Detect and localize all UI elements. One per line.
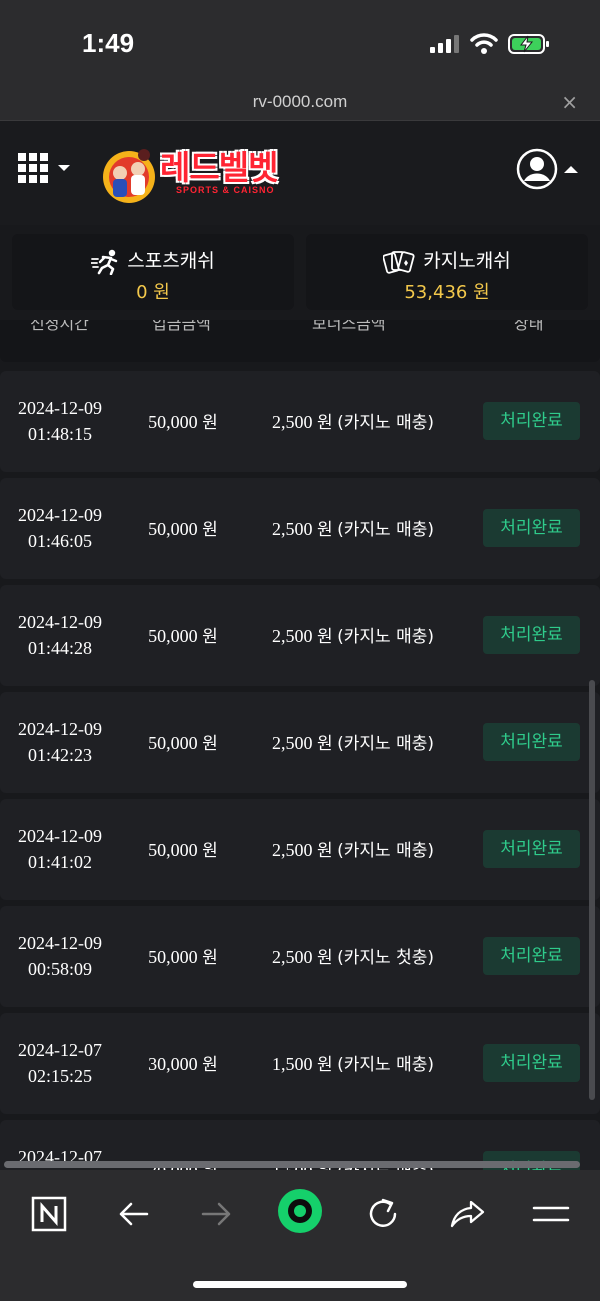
bonus-amount: 2,500 원 (카지노 매충) <box>271 412 434 433</box>
bonus-amount: 2,500 원 (카지노 매충) <box>271 840 434 861</box>
casino-cash-card[interactable]: 카지노캐쉬 53,436 원 <box>306 234 588 310</box>
share-icon[interactable] <box>445 1192 489 1236</box>
bonus-amount: 2,500 원 (카지노 매충) <box>271 626 434 647</box>
naver-n-icon[interactable] <box>27 1192 71 1236</box>
table-row: 2024-12-09 01:44:28 50,000 원 2,500 원 (카지노… <box>0 585 600 686</box>
bonus-amount: 2,500 원 (카지노 첫충) <box>271 947 434 968</box>
request-time: 2024-12-09 00:58:09 <box>18 933 102 979</box>
url-text[interactable]: rv-0000.com <box>0 92 600 112</box>
table-row: 2024-12-09 01:46:05 50,000 원 2,500 원 (카지노… <box>0 478 600 579</box>
battery-charging-icon <box>508 34 549 54</box>
casino-cash-label: 카지노캐쉬 <box>423 250 511 272</box>
table-row: 2024-12-09 01:41:02 50,000 원 2,500 원 (카지노… <box>0 799 600 900</box>
logo-subtitle: SPORTS & CAISNO <box>176 185 275 195</box>
column-header: 보너스금액 <box>312 320 386 333</box>
status-bar: 1:49 <box>0 0 600 88</box>
column-header: 입금금액 <box>152 320 211 333</box>
deposit-amount: 50,000 원 <box>148 947 218 968</box>
table-row: 2024-12-07 02:15:25 30,000 원 1,500 원 (카지노… <box>0 1013 600 1114</box>
status-badge: 처리완료 <box>483 402 580 440</box>
playing-cards-icon <box>383 250 415 274</box>
logo-text: 레드벨벳 <box>160 148 278 187</box>
user-account-icon[interactable] <box>516 147 582 191</box>
status-badge: 처리완료 <box>483 1044 580 1082</box>
casino-cash-amount: 53,436 원 <box>404 282 490 303</box>
request-time: 2024-12-09 01:42:23 <box>18 719 102 765</box>
column-header: 신청시간 <box>30 320 89 333</box>
request-time: 2024-12-07 02:15:25 <box>18 1040 102 1086</box>
back-icon[interactable] <box>111 1192 155 1236</box>
close-icon[interactable]: × <box>561 90 578 114</box>
vertical-scrollbar[interactable] <box>589 680 595 1100</box>
bonus-amount: 1,500 원 (카지노 매충) <box>271 1054 434 1075</box>
grid-menu-icon[interactable] <box>18 153 72 185</box>
deposit-amount: 50,000 원 <box>148 412 218 433</box>
deposit-amount: 50,000 원 <box>148 519 218 540</box>
forward-icon[interactable] <box>195 1192 239 1236</box>
deposit-history-table[interactable]: 신청시간 입금금액 보너스금액 상태 2024-12-09 01:48:15 50… <box>0 320 600 1170</box>
status-badge: 처리완료 <box>483 937 580 975</box>
logo-mascot-icon <box>103 149 155 203</box>
table-row: 2024-12-09 01:42:23 50,000 원 2,500 원 (카지노… <box>0 692 600 793</box>
column-header: 상태 <box>514 320 544 333</box>
bonus-amount: 2,500 원 (카지노 매충) <box>271 733 434 754</box>
bonus-amount: 2,500 원 (카지노 매충) <box>271 519 434 540</box>
deposit-amount: 50,000 원 <box>148 733 218 754</box>
sports-cash-label: 스포츠캐쉬 <box>127 250 215 272</box>
table-header: 신청시간 입금금액 보너스금액 상태 <box>0 320 600 362</box>
deposit-amount: 50,000 원 <box>148 626 218 647</box>
table-row: 2024-12-09 01:48:15 50,000 원 2,500 원 (카지노… <box>0 371 600 472</box>
request-time: 2024-12-09 01:46:05 <box>18 505 102 551</box>
deposit-amount: 50,000 원 <box>148 840 218 861</box>
request-time: 2024-12-09 01:44:28 <box>18 612 102 658</box>
menu-icon[interactable] <box>529 1192 573 1236</box>
green-dot-icon[interactable] <box>276 1187 324 1235</box>
reload-icon[interactable] <box>361 1192 405 1236</box>
home-indicator[interactable] <box>193 1281 407 1288</box>
running-person-icon <box>91 249 118 275</box>
status-badge: 처리완료 <box>483 616 580 654</box>
horizontal-scrollbar[interactable] <box>4 1161 580 1168</box>
browser-url-bar[interactable]: rv-0000.com × <box>0 88 600 121</box>
deposit-amount: 30,000 원 <box>148 1054 218 1075</box>
sports-cash-amount: 0 원 <box>136 282 170 303</box>
site-header: 레드벨벳 SPORTS & CAISNO <box>0 121 600 225</box>
status-badge: 처리완료 <box>483 723 580 761</box>
request-time: 2024-12-09 01:41:02 <box>18 826 102 872</box>
status-time: 1:49 <box>82 28 135 58</box>
request-time: 2024-12-09 01:48:15 <box>18 398 102 444</box>
table-row: 2024-12-09 00:58:09 50,000 원 2,500 원 (카지노… <box>0 906 600 1007</box>
cellular-signal-icon <box>430 35 459 53</box>
status-badge: 처리완료 <box>483 830 580 868</box>
site-logo[interactable]: 레드벨벳 SPORTS & CAISNO <box>100 137 300 203</box>
status-badge: 처리완료 <box>483 509 580 547</box>
wifi-icon <box>470 33 498 54</box>
sports-cash-card[interactable]: 스포츠캐쉬 0 원 <box>12 234 294 310</box>
